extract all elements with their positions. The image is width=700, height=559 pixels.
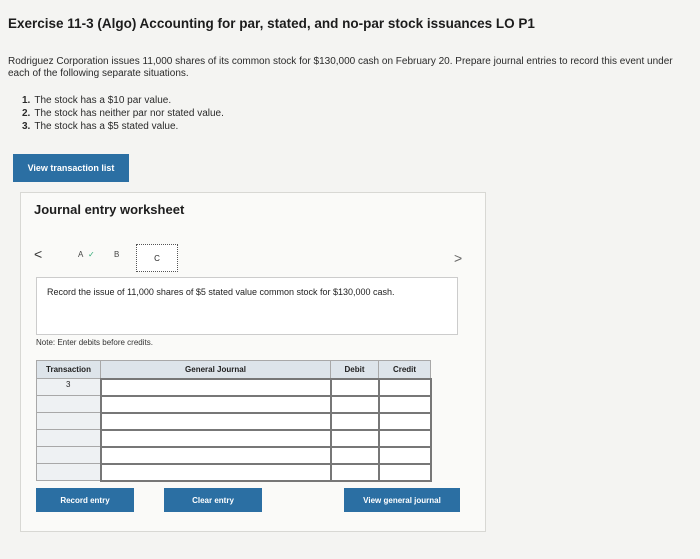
view-transaction-list-button[interactable]: View transaction list [13,154,129,182]
general-journal-header: General Journal [100,360,331,379]
debit-header: Debit [330,360,379,379]
tab-a[interactable]: A [78,250,83,259]
debit-input[interactable] [329,377,380,397]
check-icon: ✓ [88,250,95,259]
transaction-cell: 3 [36,378,101,396]
table-row [36,462,432,482]
account-select[interactable] [99,462,332,482]
next-arrow-icon[interactable]: > [454,250,462,266]
credit-input[interactable] [377,394,432,414]
clear-entry-button[interactable]: Clear entry [164,488,262,512]
debit-input[interactable] [329,445,380,465]
transaction-cell [36,463,101,481]
credit-input[interactable] [377,411,432,431]
table-row [36,445,432,465]
account-select[interactable] [99,377,332,397]
entry-instruction: Record the issue of 11,000 shares of $5 … [36,277,458,335]
credit-input[interactable] [377,428,432,448]
tab-b[interactable]: B [114,250,119,259]
transaction-header: Transaction [36,360,101,379]
credit-input[interactable] [377,445,432,465]
table-row [36,394,432,414]
table-row [36,411,432,431]
journal-table: Transaction General Journal Debit Credit… [36,360,432,482]
credit-input[interactable] [377,377,432,397]
list-item: 1. The stock has a $10 par value. [22,95,172,106]
situation-list: 1. The stock has a $10 par value. 2. The s… [22,94,224,133]
account-select[interactable] [99,428,332,448]
transaction-cell [36,446,101,464]
transaction-cell [36,429,101,447]
debit-input[interactable] [329,428,380,448]
table-row: 3 [36,377,432,397]
record-entry-button[interactable]: Record entry [36,488,134,512]
account-select[interactable] [99,394,332,414]
account-select[interactable] [99,445,332,465]
problem-intro: Rodriguez Corporation issues 11,000 shar… [8,56,673,79]
debit-input[interactable] [329,462,380,482]
view-general-journal-button[interactable]: View general journal [344,488,460,512]
worksheet-title: Journal entry worksheet [34,202,185,217]
account-select[interactable] [99,411,332,431]
page-title: Exercise 11-3 (Algo) Accounting for par,… [8,16,535,31]
table-row [36,428,432,448]
transaction-cell [36,412,101,430]
list-item: 3. The stock has a $5 stated value. [22,121,179,132]
list-item: 2. The stock has neither par nor stated v… [22,108,224,119]
debit-input[interactable] [329,394,380,414]
transaction-cell [36,395,101,413]
credit-input[interactable] [377,462,432,482]
worksheet-nav: < A ✓ B C > [30,244,470,274]
debit-input[interactable] [329,411,380,431]
credit-header: Credit [378,360,431,379]
prev-arrow-icon[interactable]: < [34,246,42,262]
tab-c[interactable]: C [136,244,178,272]
entry-note: Note: Enter debits before credits. [36,338,153,347]
